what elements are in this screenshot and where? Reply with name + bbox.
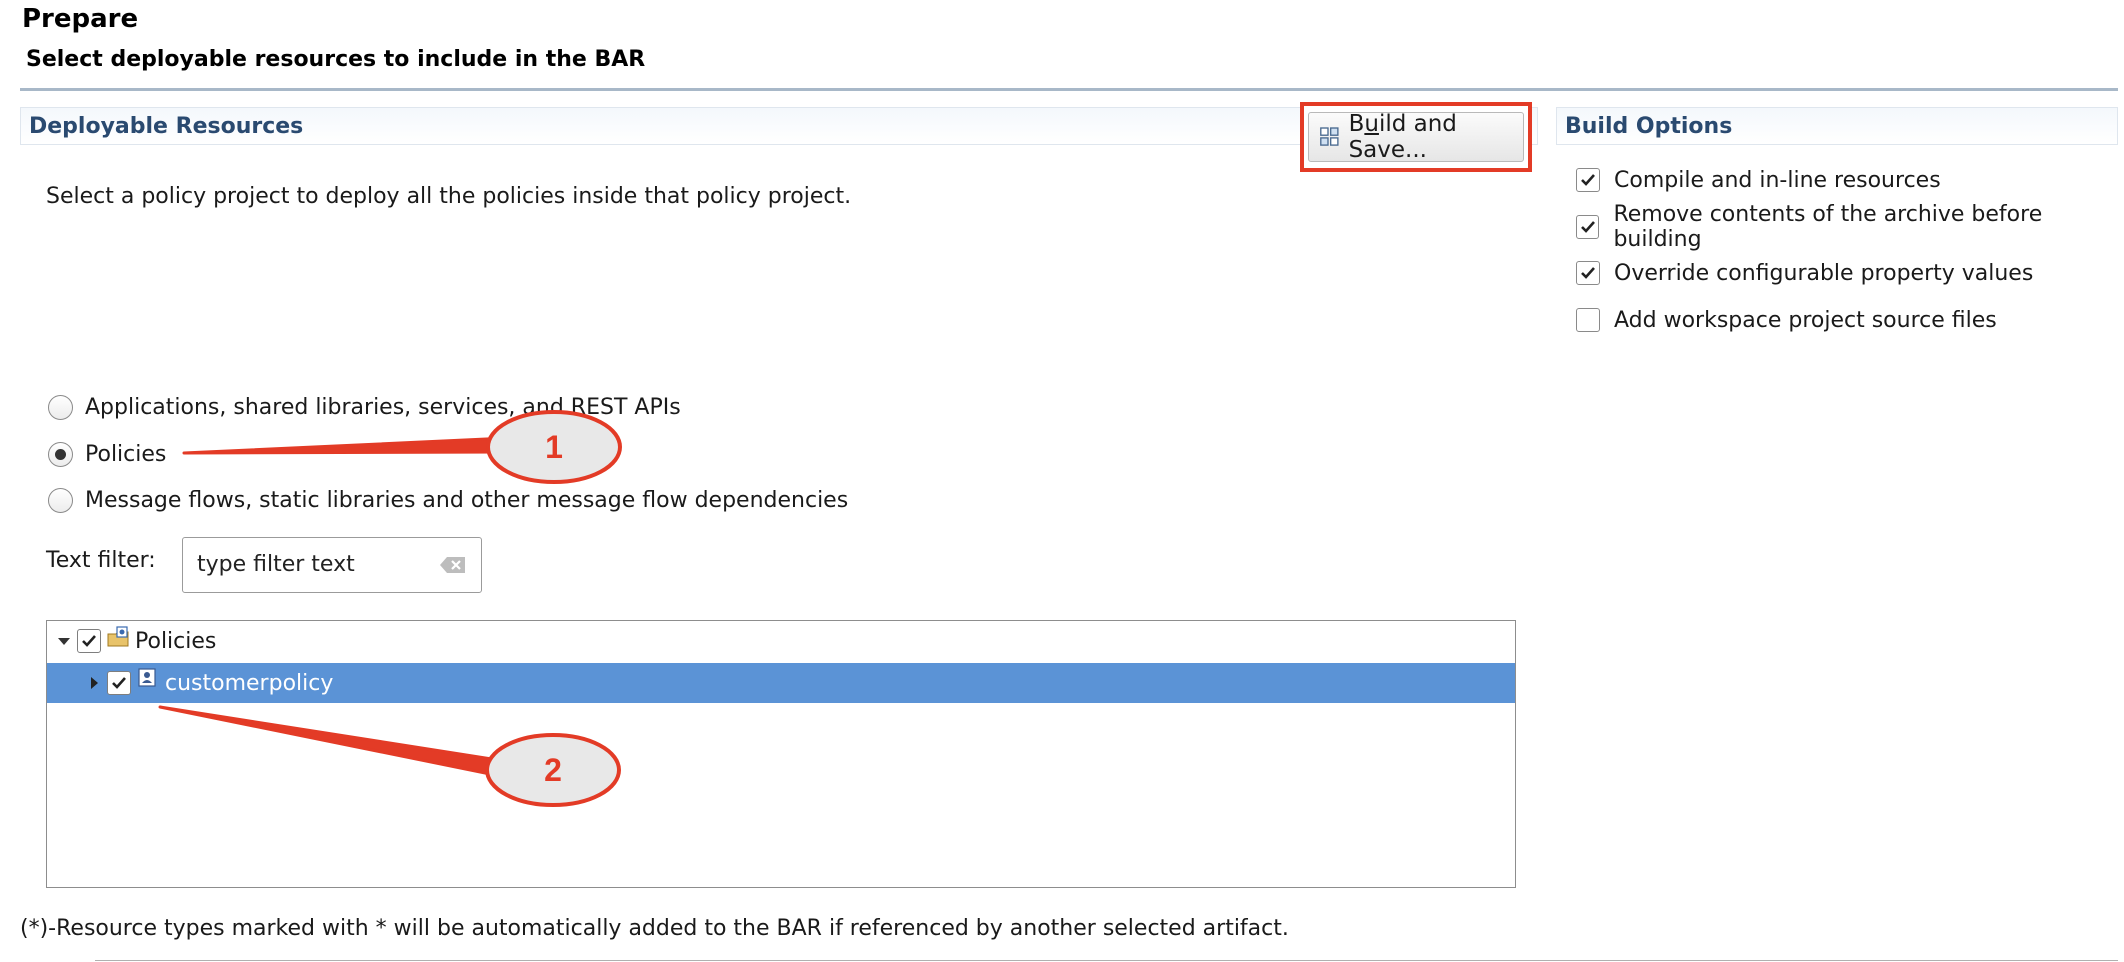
checkmark-icon (1580, 221, 1595, 233)
checkmark-icon (1581, 174, 1595, 186)
checkmark-icon (82, 635, 96, 647)
build-option-compile[interactable]: Compile and in-line resources (1576, 163, 1941, 197)
build-option-label: Override configurable property values (1614, 260, 2034, 286)
build-option-label: Add workspace project source files (1614, 307, 1997, 333)
radio-button[interactable] (48, 441, 73, 467)
expand-toggle-icon[interactable] (81, 676, 107, 690)
build-option-label: Compile and in-line resources (1614, 167, 1941, 193)
build-option-add-source[interactable]: Add workspace project source files (1576, 303, 1997, 337)
radio-button[interactable] (48, 487, 73, 513)
build-option-override-properties[interactable]: Override configurable property values (1576, 256, 2033, 290)
build-button-highlight: Build and Save... (1300, 102, 1532, 172)
footnote: (*)-Resource types marked with * will be… (20, 916, 1289, 941)
callout-1-number: 1 (545, 429, 563, 465)
build-options-header: Build Options (1556, 107, 2118, 145)
expand-toggle-icon[interactable] (51, 634, 77, 648)
tree-checkbox[interactable] (107, 671, 131, 695)
build-option-label: Remove contents of the archive before bu… (1613, 202, 2043, 252)
radio-option-applications[interactable]: Applications, shared libraries, services… (48, 390, 681, 424)
build-and-save-button[interactable]: Build and Save... (1308, 111, 1524, 163)
page-subtitle: Select deployable resources to include i… (26, 47, 646, 72)
build-icon (1320, 127, 1339, 146)
policy-project-icon (107, 626, 129, 647)
tree-item-policies[interactable]: Policies (47, 621, 1515, 661)
page-title: Prepare (22, 4, 139, 34)
deploy-description: Select a policy project to deploy all th… (46, 184, 852, 209)
text-filter-value: type filter text (197, 552, 355, 577)
checkbox[interactable] (1576, 215, 1600, 239)
radio-option-policies[interactable]: Policies (48, 437, 166, 471)
bottom-divider (95, 960, 2118, 961)
tree-item-label: customerpolicy (165, 670, 334, 696)
checkbox[interactable] (1576, 308, 1600, 332)
radio-button[interactable] (48, 394, 73, 420)
build-and-save-label: Build and Save... (1348, 111, 1457, 163)
tree-item-label: Policies (135, 628, 217, 654)
build-options-title: Build Options (1565, 114, 1733, 139)
radio-label: Policies (85, 441, 167, 467)
clear-filter-icon[interactable] (439, 555, 467, 575)
text-filter-label: Text filter: (46, 548, 156, 573)
policy-icon (138, 668, 156, 687)
build-option-remove-contents[interactable]: Remove contents of the archive before bu… (1576, 202, 2124, 252)
checkmark-icon (112, 677, 126, 689)
radio-option-message-flows[interactable]: Message flows, static libraries and othe… (48, 483, 848, 517)
radio-label: Applications, shared libraries, services… (85, 394, 681, 420)
deployable-resources-title: Deployable Resources (29, 114, 304, 139)
title-divider (20, 88, 2118, 91)
tree-item-customerpolicy[interactable]: customerpolicy (47, 663, 1515, 703)
radio-selected-dot (55, 448, 66, 460)
resource-tree[interactable]: Policies customerpolicy (46, 620, 1516, 888)
checkbox[interactable] (1576, 168, 1600, 192)
text-filter-input[interactable]: type filter text (182, 537, 482, 593)
checkmark-icon (1581, 267, 1595, 279)
tree-checkbox[interactable] (77, 629, 101, 653)
checkbox[interactable] (1576, 261, 1600, 285)
radio-label: Message flows, static libraries and othe… (85, 487, 849, 513)
